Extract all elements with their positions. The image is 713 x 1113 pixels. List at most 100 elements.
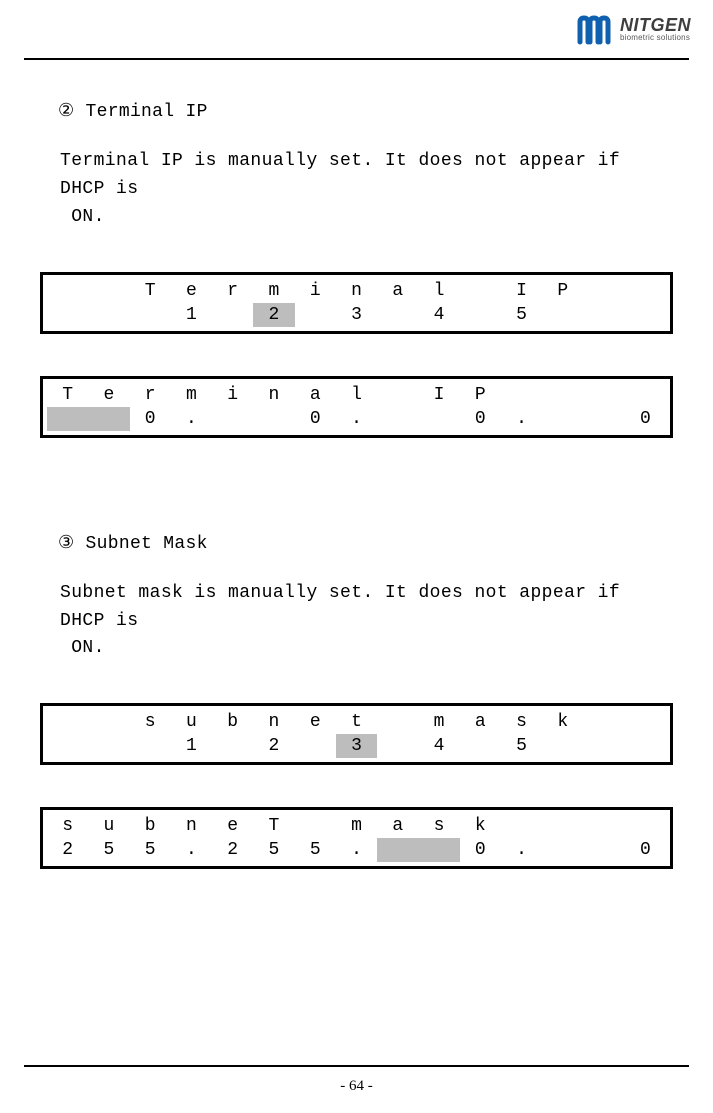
lcd-cell <box>583 814 624 838</box>
section-heading-subnet-mask: ③ Subnet Mask <box>58 532 673 554</box>
lcd-cell <box>501 383 542 407</box>
lcd-cell: n <box>253 383 294 407</box>
lcd-terminal-ip-entry: TerminalIP0.0.0.0 <box>40 376 673 438</box>
lcd-cell: 4 <box>418 734 459 758</box>
lcd-cell: n <box>336 279 377 303</box>
lcd-cell <box>212 407 253 431</box>
lcd-cell: s <box>130 710 171 734</box>
lcd-cell <box>377 734 418 758</box>
lcd-cell: k <box>542 710 583 734</box>
lcd-cell <box>625 734 666 758</box>
lcd-cell <box>583 279 624 303</box>
lcd-cell <box>295 814 336 838</box>
lcd-cell: 2 <box>47 838 88 862</box>
lcd-cell: . <box>501 838 542 862</box>
lcd-cell <box>542 303 583 327</box>
lcd-cell <box>583 303 624 327</box>
lcd-cell: n <box>253 710 294 734</box>
lcd-cell <box>625 814 666 838</box>
lcd-cell <box>583 710 624 734</box>
lcd-cell <box>295 303 336 327</box>
lcd-cell: 5 <box>130 838 171 862</box>
lcd-cell <box>377 383 418 407</box>
lcd-cell: l <box>336 383 377 407</box>
content: ② Terminal IP Terminal IP is manually se… <box>40 100 673 911</box>
lcd-cell <box>47 710 88 734</box>
lcd-cell: 1 <box>171 734 212 758</box>
lcd-cell <box>583 383 624 407</box>
lcd-cell: a <box>377 814 418 838</box>
lcd-cell <box>542 734 583 758</box>
lcd-cell: 5 <box>295 838 336 862</box>
section-heading-terminal-ip: ② Terminal IP <box>58 100 673 122</box>
lcd-cell: . <box>171 838 212 862</box>
lcd-cell: m <box>171 383 212 407</box>
lcd-cell: 2 <box>253 303 294 327</box>
lcd-cell: l <box>418 279 459 303</box>
grid-terminal-ip-entry: TerminalIP0.0.0.0 <box>47 383 666 431</box>
lcd-cell <box>47 303 88 327</box>
section-body-subnet-mask: Subnet mask is manually set. It does not… <box>60 580 667 664</box>
lcd-cell <box>88 734 129 758</box>
lcd-cell: a <box>377 279 418 303</box>
lcd-cell <box>460 303 501 327</box>
lcd-cell <box>377 407 418 431</box>
lcd-cell: m <box>336 814 377 838</box>
lcd-cell: 0 <box>625 838 666 862</box>
lcd-cell <box>583 734 624 758</box>
lcd-cell <box>625 383 666 407</box>
lcd-cell <box>625 303 666 327</box>
lcd-cell: e <box>295 710 336 734</box>
lcd-cell: 2 <box>253 734 294 758</box>
lcd-cell: . <box>171 407 212 431</box>
lcd-cell: . <box>336 407 377 431</box>
page: NITGEN biometric solutions ② Terminal IP… <box>0 0 713 1113</box>
lcd-cell: 0 <box>295 407 336 431</box>
lcd-cell <box>253 407 294 431</box>
lcd-cell <box>625 710 666 734</box>
lcd-cell <box>377 838 418 862</box>
lcd-cell: i <box>212 383 253 407</box>
grid-subnet-mask-menu: subnetmask12345 <box>47 710 666 758</box>
lcd-cell <box>542 838 583 862</box>
lcd-cell: m <box>253 279 294 303</box>
lcd-cell: k <box>460 814 501 838</box>
lcd-cell: T <box>47 383 88 407</box>
lcd-cell: r <box>130 383 171 407</box>
lcd-cell: . <box>336 838 377 862</box>
lcd-cell: 4 <box>418 303 459 327</box>
lcd-cell: s <box>501 710 542 734</box>
brand-logo: NITGEN biometric solutions <box>576 12 691 46</box>
lcd-cell <box>542 814 583 838</box>
lcd-cell: u <box>171 710 212 734</box>
lcd-cell: 0 <box>460 407 501 431</box>
lcd-cell: 0 <box>130 407 171 431</box>
lcd-cell: T <box>253 814 294 838</box>
brand-name: NITGEN <box>620 16 691 34</box>
lcd-cell: 5 <box>501 734 542 758</box>
lcd-cell <box>47 407 88 431</box>
lcd-cell: i <box>295 279 336 303</box>
lcd-cell: 2 <box>212 838 253 862</box>
lcd-cell <box>542 407 583 431</box>
lcd-cell: 5 <box>501 303 542 327</box>
lcd-cell: 1 <box>171 303 212 327</box>
lcd-cell: b <box>212 710 253 734</box>
lcd-cell <box>88 279 129 303</box>
lcd-cell <box>212 734 253 758</box>
lcd-cell <box>88 407 129 431</box>
lcd-cell: 5 <box>88 838 129 862</box>
lcd-cell <box>583 407 624 431</box>
header-rule <box>24 58 689 60</box>
lcd-cell: I <box>418 383 459 407</box>
lcd-cell: . <box>501 407 542 431</box>
lcd-cell <box>460 279 501 303</box>
lcd-cell <box>88 710 129 734</box>
lcd-cell <box>47 734 88 758</box>
lcd-cell: s <box>47 814 88 838</box>
lcd-cell: P <box>460 383 501 407</box>
lcd-cell: r <box>212 279 253 303</box>
lcd-cell: a <box>460 710 501 734</box>
lcd-cell <box>625 279 666 303</box>
section-body-terminal-ip: Terminal IP is manually set. It does not… <box>60 148 667 232</box>
